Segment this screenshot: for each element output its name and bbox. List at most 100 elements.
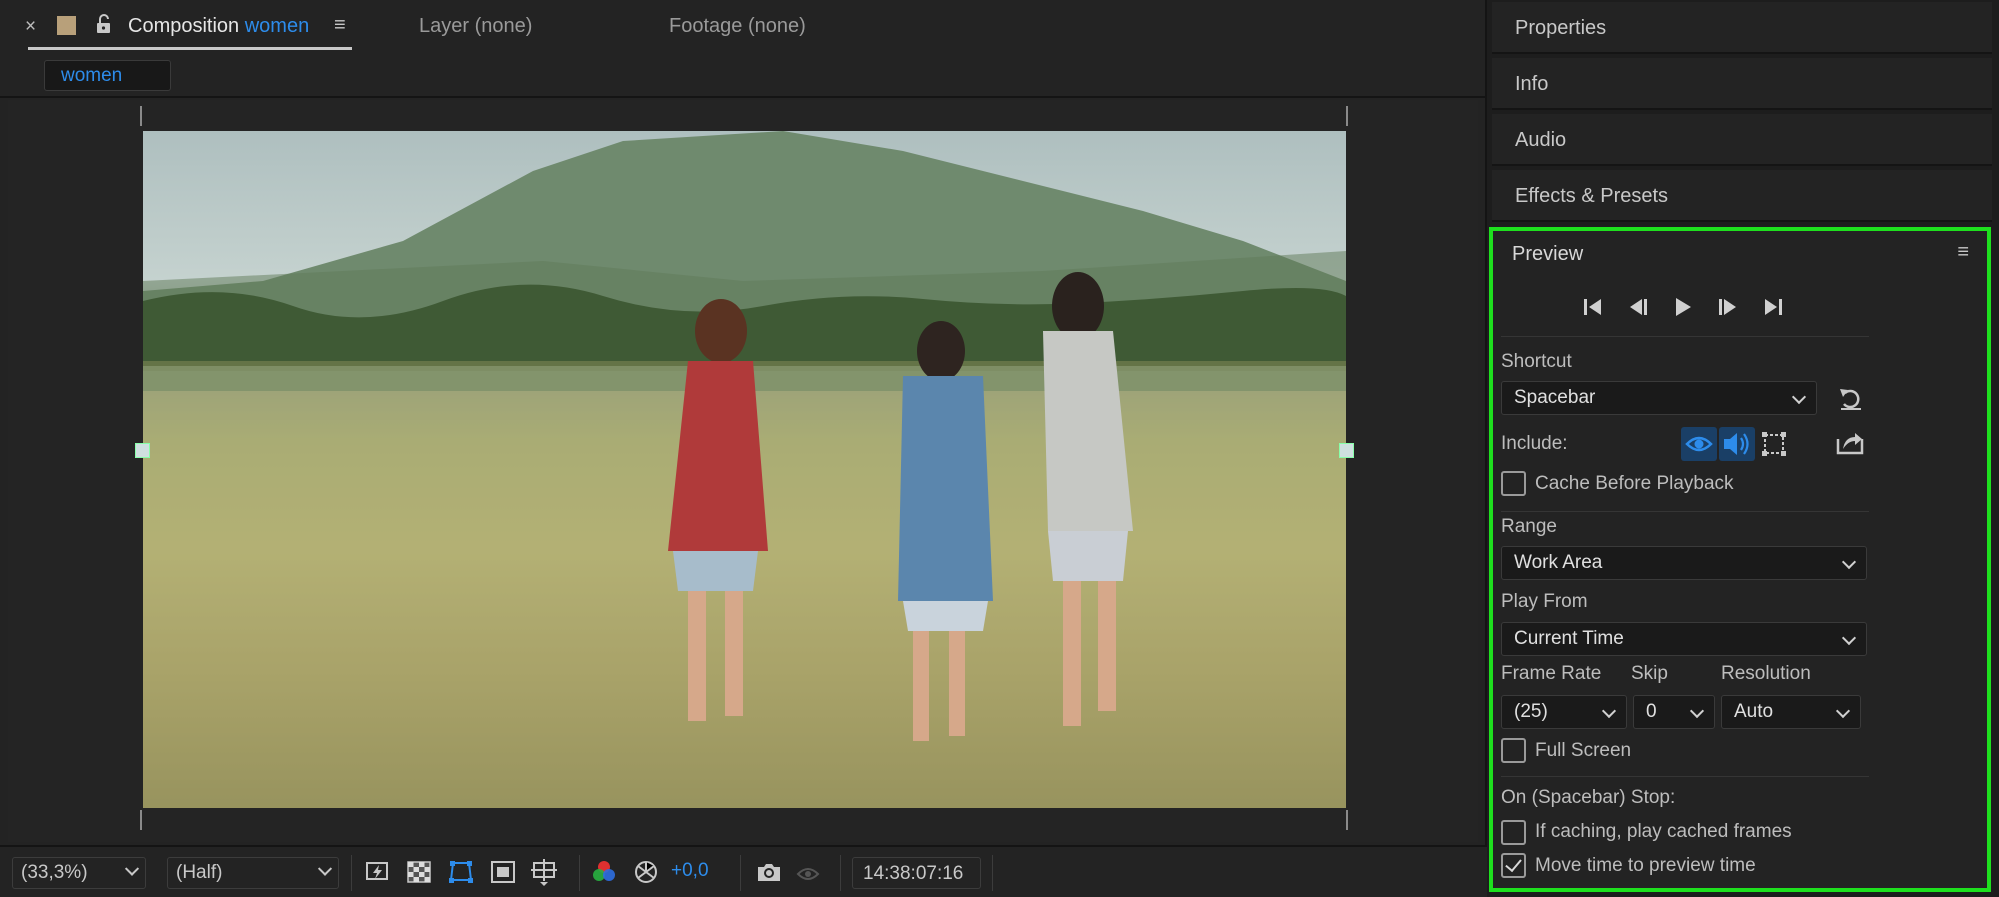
panel-menu-icon[interactable]: ≡: [1957, 241, 1969, 264]
toolbar-divider: [992, 855, 993, 891]
viewer-toolbar: (33,3%) (Half) +0,0 14:38:07:16: [0, 845, 1487, 897]
toolbar-divider: [579, 855, 580, 891]
play-icon[interactable]: [1671, 295, 1695, 319]
range-value: Work Area: [1514, 552, 1603, 573]
toolbar-divider: [740, 855, 741, 891]
panel-menu-icon[interactable]: ≡: [334, 14, 346, 37]
last-frame-icon[interactable]: [1761, 295, 1785, 319]
footage-tab[interactable]: Footage (none): [669, 15, 806, 38]
chevron-down-icon: [1841, 630, 1857, 646]
play-from-label: Play From: [1501, 591, 1588, 612]
skip-value: 0: [1646, 701, 1657, 722]
composition-viewer[interactable]: [8, 100, 1478, 842]
audio-panel-tab[interactable]: Audio: [1492, 114, 1992, 166]
properties-panel-tab[interactable]: Properties: [1492, 2, 1992, 54]
chevron-down-icon: [124, 861, 140, 876]
exposure-reset-icon[interactable]: [632, 858, 660, 886]
shortcut-label: Shortcut: [1501, 351, 1572, 372]
first-frame-icon[interactable]: [1581, 295, 1605, 319]
preview-panel: Preview ≡ Shortcut Spacebar Include: Cac…: [1489, 227, 1991, 892]
include-video-toggle[interactable]: [1681, 427, 1717, 461]
chevron-down-icon: [1835, 703, 1851, 719]
divider: [1501, 511, 1869, 512]
transparency-grid-icon[interactable]: [405, 858, 433, 886]
reset-shortcut-icon[interactable]: [1837, 386, 1865, 412]
layer-handle-left[interactable]: [135, 443, 150, 458]
composition-frame-image[interactable]: [143, 131, 1346, 808]
full-screen-label: Full Screen: [1535, 740, 1632, 761]
include-label: Include:: [1501, 433, 1568, 454]
grid-and-guides-icon[interactable]: [530, 858, 558, 886]
show-snapshot-icon[interactable]: [794, 858, 822, 886]
close-tab-icon[interactable]: ×: [25, 16, 36, 38]
composition-tabbar: × Composition women ≡ Layer (none) Foota…: [0, 0, 1485, 56]
frame-guide: [1346, 106, 1348, 126]
resolution-select[interactable]: Auto: [1721, 695, 1861, 729]
label-color-swatch[interactable]: [57, 16, 76, 35]
fast-previews-icon[interactable]: [364, 858, 392, 886]
unlock-icon[interactable]: [94, 14, 114, 34]
move-time-checkbox[interactable]: [1501, 853, 1526, 878]
eye-icon: [1685, 436, 1713, 452]
range-label: Range: [1501, 516, 1557, 537]
magnification-value: (33,3%): [21, 862, 88, 883]
landscape-scene: [143, 131, 1346, 808]
overlay-bounds-icon: [1762, 432, 1786, 456]
resolution-label: Resolution: [1721, 663, 1811, 684]
composition-tab-name: women: [244, 15, 310, 37]
composition-panel: × Composition women ≡ Layer (none) Foota…: [0, 0, 1487, 897]
shortcut-select[interactable]: Spacebar: [1501, 381, 1817, 415]
exposure-value[interactable]: +0,0: [671, 860, 709, 882]
composition-breadcrumb[interactable]: women: [44, 60, 171, 91]
chevron-down-icon: [1601, 703, 1617, 719]
if-caching-checkbox[interactable]: [1501, 820, 1526, 845]
shortcut-value: Spacebar: [1514, 387, 1596, 408]
move-time-label: Move time to preview time: [1535, 855, 1756, 876]
chevron-down-icon: [1689, 703, 1705, 719]
composition-navigator: women: [0, 56, 1485, 98]
previous-frame-icon[interactable]: [1626, 295, 1650, 319]
info-panel-tab[interactable]: Info: [1492, 58, 1992, 110]
if-caching-label: If caching, play cached frames: [1535, 821, 1792, 842]
frame-guide: [140, 106, 142, 126]
play-from-value: Current Time: [1514, 628, 1624, 649]
frame-guide: [1346, 810, 1348, 830]
skip-label: Skip: [1631, 663, 1668, 684]
mask-path-visibility-icon[interactable]: [447, 858, 475, 886]
frame-rate-select[interactable]: (25): [1501, 695, 1627, 729]
channel-rgb-icon[interactable]: [590, 858, 618, 886]
toolbar-divider: [840, 855, 841, 891]
divider: [1501, 776, 1869, 777]
on-stop-label: On (Spacebar) Stop:: [1501, 787, 1676, 808]
include-audio-toggle[interactable]: [1719, 427, 1755, 461]
snapshot-camera-icon[interactable]: [755, 858, 783, 886]
full-screen-checkbox[interactable]: [1501, 738, 1526, 763]
next-frame-icon[interactable]: [1716, 295, 1740, 319]
cache-before-playback-checkbox[interactable]: [1501, 471, 1526, 496]
chevron-down-icon: [317, 861, 333, 876]
layer-tab[interactable]: Layer (none): [419, 15, 532, 38]
resolution-select-value: Auto: [1734, 701, 1774, 722]
composition-tab-prefix: Composition: [128, 15, 240, 37]
toolbar-divider: [351, 855, 352, 891]
preview-title: Preview: [1512, 243, 1584, 265]
chevron-down-icon: [1791, 389, 1807, 405]
magnification-dropdown[interactable]: (33,3%): [12, 857, 146, 889]
layer-handle-right[interactable]: [1339, 443, 1354, 458]
resolution-dropdown[interactable]: (Half): [167, 857, 339, 889]
skip-select[interactable]: 0: [1633, 695, 1715, 729]
composition-tab[interactable]: Composition women: [128, 15, 309, 38]
resolution-value: (Half): [176, 862, 223, 883]
frame-rate-value: (25): [1514, 701, 1548, 722]
export-output-icon[interactable]: [1835, 429, 1865, 457]
region-of-interest-icon[interactable]: [489, 858, 517, 886]
speaker-icon: [1724, 433, 1749, 455]
range-select[interactable]: Work Area: [1501, 546, 1867, 580]
playback-controls: [1581, 295, 1821, 319]
active-tab-underline: [28, 47, 352, 50]
include-overlays-toggle[interactable]: [1756, 427, 1792, 461]
effects-presets-panel-tab[interactable]: Effects & Presets: [1492, 170, 1992, 222]
divider: [1501, 336, 1869, 337]
timecode-display[interactable]: 14:38:07:16: [852, 857, 981, 889]
play-from-select[interactable]: Current Time: [1501, 622, 1867, 656]
